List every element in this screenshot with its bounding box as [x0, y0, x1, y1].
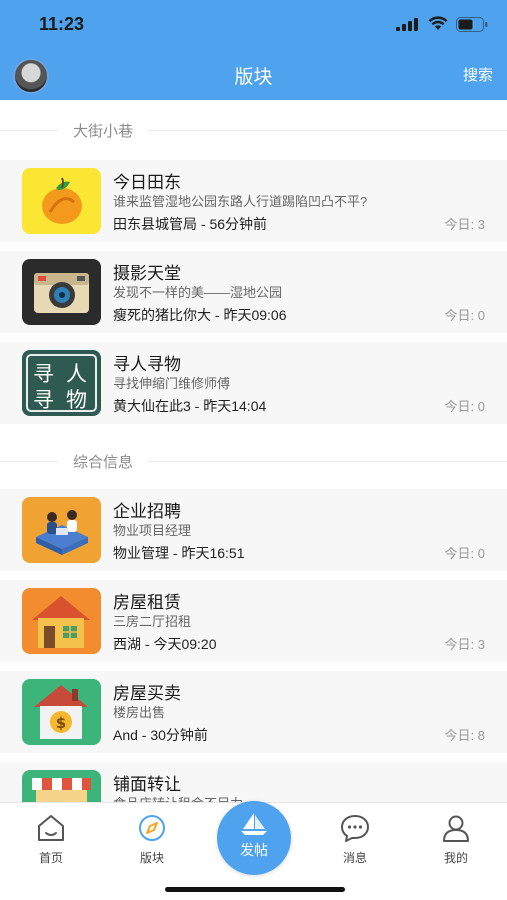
- tab-label: 消息: [342, 851, 367, 865]
- section-title: 大街小巷: [58, 120, 149, 141]
- tab-label: 首页: [38, 851, 63, 865]
- status-bar: 11:23: [0, 0, 507, 50]
- chat-bubble-icon: [341, 815, 369, 842]
- forum-name: 摄影天堂: [113, 264, 181, 283]
- today-count: 今日: 3: [444, 637, 485, 652]
- forum-item-lost-found[interactable]: 寻 人 寻 物 寻人寻物 寻找伸缩门维修师傅 黄大仙在此3 - 昨天14:04 …: [0, 342, 507, 424]
- compass-icon: [139, 815, 165, 841]
- page-title: 版块: [234, 67, 273, 88]
- tab-messages[interactable]: 消息: [320, 811, 390, 866]
- forum-item-house-rental[interactable]: 房屋租赁 三房二厅招租 西湖 - 今天09:20 今日: 3: [0, 580, 507, 662]
- forum-item-shop-transfer[interactable]: 铺面转让 食品店转让租金不足力: [0, 762, 507, 802]
- svg-text:$: $: [56, 714, 66, 732]
- office-icon: [22, 497, 101, 563]
- icon-glyph: 寻: [33, 389, 54, 412]
- latest-post-title: 食品店转让租金不足力: [113, 793, 243, 802]
- tab-home[interactable]: 首页: [16, 811, 86, 866]
- today-count: 今日: 0: [444, 308, 485, 323]
- camera-icon: [22, 259, 101, 325]
- house-icon: [22, 588, 101, 654]
- mango-icon: [22, 168, 101, 234]
- icon-glyph: 物: [66, 389, 87, 412]
- tab-label: 版块: [139, 851, 164, 865]
- shop-icon: [22, 770, 101, 802]
- user-icon: [443, 815, 469, 842]
- latest-post-title: 发现不一样的美——湿地公园: [113, 285, 283, 300]
- latest-post-title: 寻找伸缩门维修师傅: [113, 376, 231, 391]
- latest-post-title: 谁来监管湿地公园东路人行道踢陷凹凸不平?: [113, 194, 368, 209]
- search-button[interactable]: 搜索: [463, 64, 493, 85]
- status-time: 11:23: [39, 14, 85, 34]
- today-count: 今日: 0: [444, 399, 485, 414]
- forum-name: 房屋租赁: [113, 593, 181, 612]
- today-count: 今日: 3: [444, 217, 485, 232]
- section-title: 综合信息: [58, 451, 149, 472]
- latest-post-meta: 黄大仙在此3 - 昨天14:04: [113, 398, 267, 414]
- top-header: 11:23 版块 搜索: [0, 0, 507, 100]
- forum-item-today-tiandong[interactable]: 今日田东 谁来监管湿地公园东路人行道踢陷凹凸不平? 田东县城管局 - 56分钟前…: [0, 160, 507, 242]
- post-button[interactable]: 发帖: [217, 801, 291, 875]
- post-button-label: 发帖: [240, 842, 268, 858]
- home-icon: [38, 815, 64, 841]
- today-count: 今日: 8: [444, 728, 485, 743]
- forum-name: 今日田东: [113, 173, 181, 192]
- section-header: 大街小巷: [0, 100, 507, 160]
- tab-mine[interactable]: 我的: [421, 811, 491, 866]
- battery-icon: [456, 17, 488, 32]
- latest-post-meta: 田东县城管局 - 56分钟前: [113, 216, 268, 232]
- latest-post-meta: 物业管理 - 昨天16:51: [113, 545, 245, 561]
- house-dollar-icon: $: [22, 679, 101, 745]
- cellular-signal-icon: [396, 18, 418, 31]
- section-header: 综合信息: [0, 433, 507, 489]
- forum-item-recruitment[interactable]: 企业招聘 物业项目经理 物业管理 - 昨天16:51 今日: 0: [0, 489, 507, 571]
- latest-post-meta: 西湖 - 今天09:20: [113, 636, 217, 652]
- home-indicator: [165, 887, 345, 892]
- bottom-tab-bar: 首页 版块 发帖 消息 我的: [0, 801, 507, 900]
- forum-name: 铺面转让: [113, 775, 181, 794]
- today-count: 今日: 0: [444, 546, 485, 561]
- forum-item-house-sale[interactable]: $ 房屋买卖 楼房出售 And - 30分钟前 今日: 8: [0, 671, 507, 753]
- nav-bar: 版块 搜索: [0, 50, 507, 100]
- forum-item-photography[interactable]: 摄影天堂 发现不一样的美——湿地公园 瘦死的猪比你大 - 昨天09:06 今日:…: [0, 251, 507, 333]
- forum-name: 寻人寻物: [113, 355, 181, 374]
- latest-post-title: 楼房出售: [113, 705, 166, 720]
- latest-post-title: 三房二厅招租: [113, 614, 192, 629]
- latest-post-meta: And - 30分钟前: [113, 727, 208, 743]
- seek-icon: 寻 人 寻 物: [22, 350, 101, 416]
- wifi-icon: [428, 16, 448, 30]
- tab-label: 我的: [443, 851, 468, 865]
- forum-list: 大街小巷 今日田东 谁来监管湿地公园东路人行道踢陷凹凸不平? 田东县城管局 - …: [0, 100, 507, 802]
- forum-name: 房屋买卖: [113, 684, 181, 703]
- latest-post-meta: 瘦死的猪比你大 - 昨天09:06: [113, 307, 287, 323]
- tab-forums[interactable]: 版块: [117, 811, 187, 866]
- latest-post-title: 物业项目经理: [113, 523, 192, 538]
- sailboat-icon: [241, 813, 267, 835]
- forum-name: 企业招聘: [113, 502, 181, 521]
